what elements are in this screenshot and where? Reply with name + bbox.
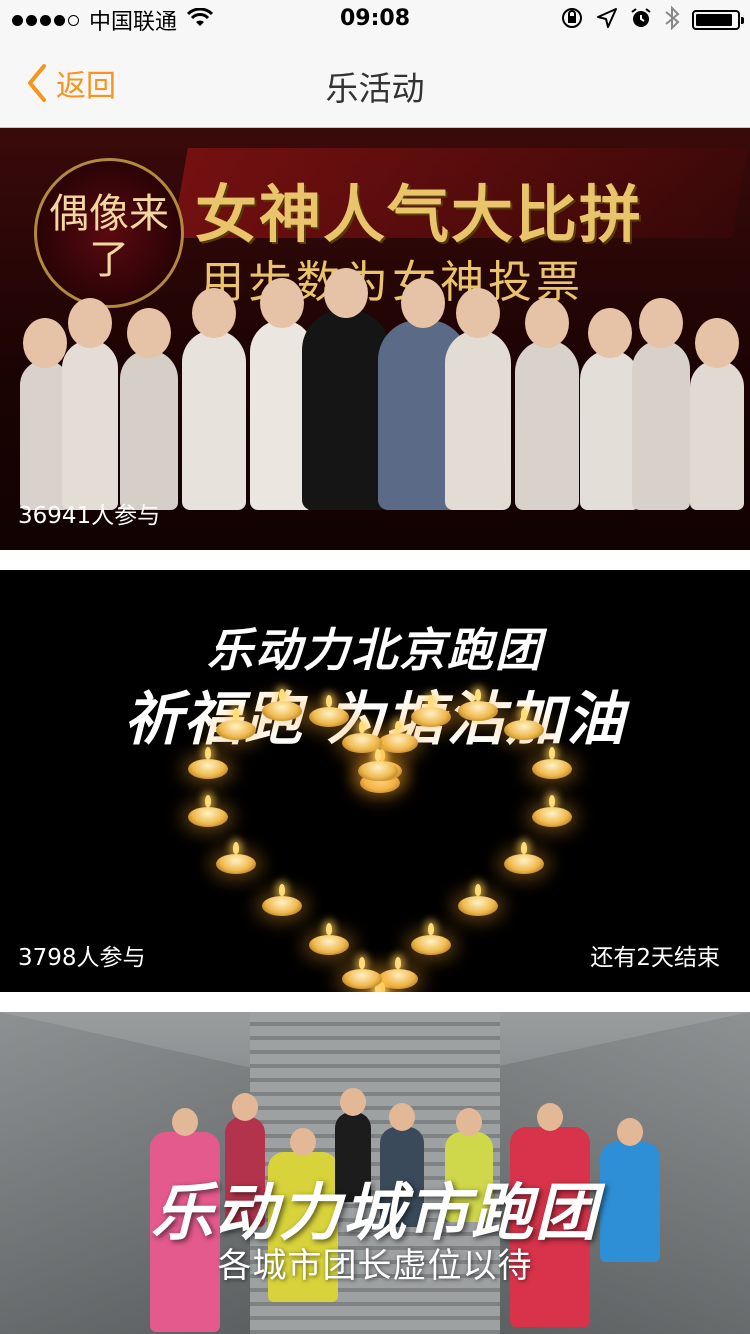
candle xyxy=(458,688,499,721)
candle xyxy=(308,695,349,728)
participant-count: 36941人参与 xyxy=(18,503,161,529)
candle xyxy=(216,707,257,740)
candle-heart-image xyxy=(180,688,580,992)
status-right xyxy=(560,5,744,34)
candle xyxy=(411,923,452,956)
time-remaining: 还有2天结束 xyxy=(590,945,720,971)
activity-card-city-run-club[interactable]: 乐动力城市跑团 各城市团长虚位以待 xyxy=(0,1012,750,1334)
bluetooth-icon xyxy=(664,5,680,34)
activity-card-blessing-run[interactable]: 乐动力北京跑团 祈福跑 为塘沽加油 3798人参与 还有2天结束 xyxy=(0,570,750,992)
location-icon xyxy=(596,7,618,33)
activity-card-goddess-vote[interactable]: 偶像来了 女神人气大比拼 用步数为女神投票 36941人参与 xyxy=(0,128,750,550)
navigation-bar: 返回 乐活动 xyxy=(0,40,750,128)
candle xyxy=(532,795,573,828)
candle xyxy=(261,688,302,721)
candle xyxy=(187,747,228,780)
candle xyxy=(261,884,302,917)
candle xyxy=(503,841,544,874)
rotation-lock-icon xyxy=(560,6,584,34)
activity-title: 女神人气大比拼 xyxy=(195,178,644,251)
show-logo-text: 偶像来了 xyxy=(49,191,169,283)
status-bar: 中国联通 09:08 xyxy=(0,0,750,40)
candle xyxy=(458,884,499,917)
candle xyxy=(187,795,228,828)
candle xyxy=(308,923,349,956)
cast-photo xyxy=(0,268,750,510)
alarm-icon xyxy=(630,7,652,33)
participant-count: 3798人参与 xyxy=(18,945,146,971)
candle xyxy=(503,707,544,740)
candle xyxy=(377,720,418,753)
activity-title: 乐动力北京跑团 xyxy=(207,623,543,677)
candle xyxy=(357,748,398,781)
candle xyxy=(216,841,257,874)
page-title: 乐活动 xyxy=(325,69,425,108)
candle xyxy=(532,747,573,780)
activity-subtitle: 各城市团长虚位以待 xyxy=(217,1246,533,1286)
battery-icon xyxy=(692,10,744,30)
